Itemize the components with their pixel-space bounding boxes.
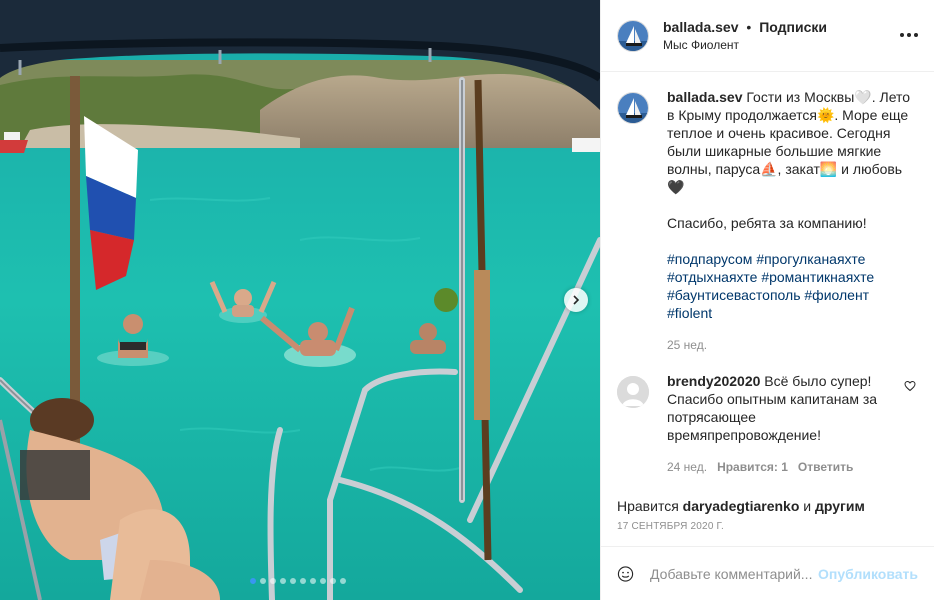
add-comment-bar: Опубликовать [601, 546, 934, 600]
carousel-next-button[interactable] [564, 288, 588, 312]
carousel-dot [270, 578, 276, 584]
heart-icon[interactable] [904, 380, 916, 392]
hashtags: #подпарусом #прогулканаяхте #отдыхнаяхте… [667, 250, 918, 322]
default-user-icon [617, 376, 649, 408]
hashtag-link[interactable]: #прогулканаяхте [756, 251, 865, 267]
post-header: ballada.sev • Подписки Мыс Фиолент [601, 0, 934, 72]
caption-username[interactable]: ballada.sev [667, 89, 743, 105]
hashtag-link[interactable]: #fiolent [667, 305, 712, 321]
following-button[interactable]: Подписки [759, 19, 827, 35]
sailboat-avatar-icon [618, 93, 648, 123]
emoji-icon[interactable] [617, 562, 634, 586]
carousel-dot [250, 578, 256, 584]
liked-by-user[interactable]: daryadegtiarenko [683, 498, 800, 514]
caption-text: Гости из Москвы🤍. Лето в Крыму продолжае… [667, 89, 911, 231]
hashtag-link[interactable]: #романтикнаяхте [761, 269, 874, 285]
likes-conjunction: и [803, 498, 812, 514]
separator-dot: • [746, 18, 752, 35]
comment-item: brendy202020 Всё было супер! Спасибо опы… [617, 372, 918, 476]
author-username[interactable]: ballada.sev [663, 19, 739, 35]
carousel-dot [280, 578, 286, 584]
caption-time[interactable]: 25 нед. [667, 336, 707, 354]
location-link[interactable]: Мыс Фиолент [663, 36, 827, 54]
hashtag-link[interactable]: #подпарусом [667, 251, 752, 267]
more-options-button[interactable] [900, 26, 918, 44]
avatar[interactable] [617, 92, 649, 124]
carousel-dot [320, 578, 326, 584]
publish-button[interactable]: Опубликовать [818, 566, 918, 582]
liked-by-others[interactable]: другим [815, 498, 865, 514]
hashtag-link[interactable]: #фиолент [804, 287, 869, 303]
post-photo[interactable] [0, 0, 600, 600]
reply-button[interactable]: Ответить [798, 458, 853, 476]
post-sidebar: ballada.sev • Подписки Мыс Фиолент balla… [600, 0, 934, 600]
carousel-dot [330, 578, 336, 584]
carousel-indicator [250, 578, 346, 584]
sailboat-avatar-icon [618, 20, 648, 51]
avatar[interactable] [617, 376, 649, 408]
carousel-dot [290, 578, 296, 584]
comment-input[interactable] [650, 565, 819, 582]
carousel-dot [310, 578, 316, 584]
comment-username[interactable]: brendy202020 [667, 373, 760, 389]
carousel-dot [300, 578, 306, 584]
photo-scene [0, 0, 600, 600]
likes-prefix: Нравится [617, 498, 679, 514]
avatar[interactable] [617, 19, 649, 52]
chevron-right-icon [573, 295, 580, 305]
more-horizontal-icon [900, 33, 904, 37]
instagram-post: ballada.sev • Подписки Мыс Фиолент balla… [0, 0, 934, 600]
carousel-dot [260, 578, 266, 584]
comment-likes[interactable]: Нравится: 1 [717, 458, 788, 476]
likes-summary: Нравится daryadegtiarenko и другим [601, 497, 934, 515]
carousel-dot [340, 578, 346, 584]
hashtag-link[interactable]: #отдыхнаяхте [667, 269, 757, 285]
comment-time[interactable]: 24 нед. [667, 458, 707, 476]
comments-section: ballada.sev Гости из Москвы🤍. Лето в Кры… [601, 72, 934, 497]
hashtag-link[interactable]: #баунтисевастополь [667, 287, 801, 303]
caption: ballada.sev Гости из Москвы🤍. Лето в Кры… [617, 88, 918, 354]
post-date[interactable]: 17 сентября 2020 г. [601, 521, 934, 532]
